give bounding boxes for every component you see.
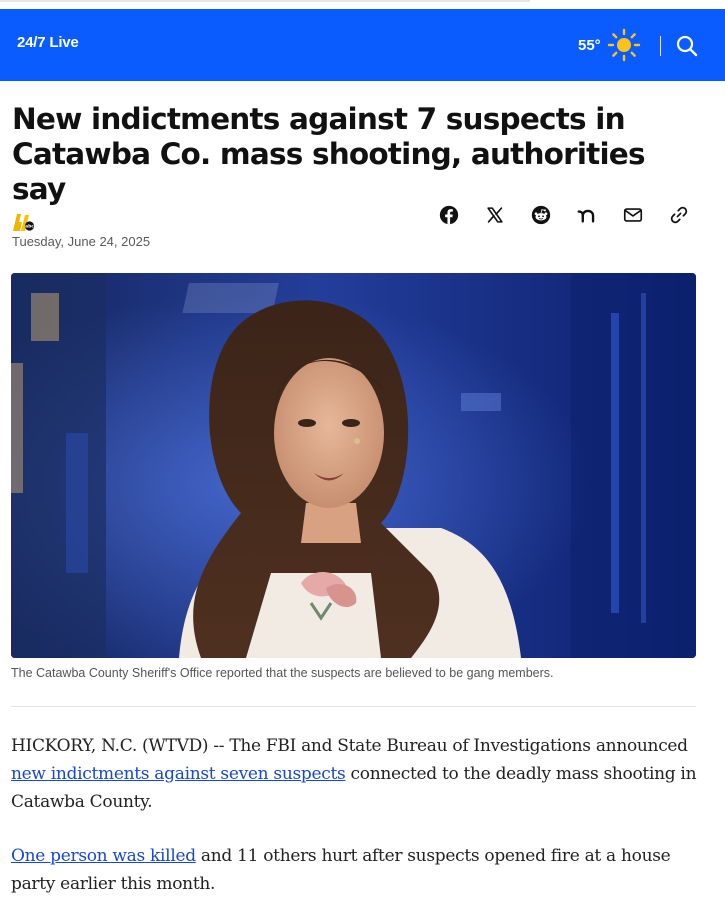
sun-icon [607,28,640,62]
email-icon [623,208,643,222]
share-bar [436,202,692,228]
facebook-share-button[interactable] [436,202,462,228]
weather-widget[interactable]: 55° [578,28,641,62]
top-nav-bar: 24/7 Live 55° [0,9,725,81]
nextdoor-icon [577,209,595,223]
reddit-share-button[interactable] [528,202,554,228]
x-icon [487,207,503,223]
article-body: HICKORY, N.C. (WTVD) -- The FBI and Stat… [11,732,701,924]
abc11-logo: abc [13,214,34,231]
svg-text:abc: abc [25,224,34,230]
top-divider [0,0,530,2]
video-player[interactable] [11,273,696,658]
reddit-icon [531,205,551,225]
article-paragraph-2: One person was killed and 11 others hurt… [11,842,701,898]
search-icon[interactable] [674,33,700,59]
facebook-icon [439,205,459,225]
publish-date: Tuesday, June 24, 2025 [12,234,151,249]
link-icon [670,206,688,224]
video-caption: The Catawba County Sheriff's Office repo… [11,666,554,680]
paragraph-1-lead: HICKORY, N.C. (WTVD) -- The FBI and Stat… [11,736,688,756]
anchor-video-frame [11,273,696,658]
live-247-link[interactable]: 24/7 Live [17,34,79,51]
nav-divider [660,36,661,56]
article-paragraph-1: HICKORY, N.C. (WTVD) -- The FBI and Stat… [11,732,701,816]
x-share-button[interactable] [482,202,508,228]
article-headline: New indictments against 7 suspects in Ca… [12,102,646,206]
one-person-killed-link[interactable]: One person was killed [11,846,196,866]
temperature: 55° [578,36,601,54]
copy-link-button[interactable] [666,202,692,228]
email-share-button[interactable] [620,202,646,228]
content-divider [11,706,696,707]
nextdoor-share-button[interactable] [574,202,600,228]
indictments-link[interactable]: new indictments against seven suspects [11,764,346,784]
